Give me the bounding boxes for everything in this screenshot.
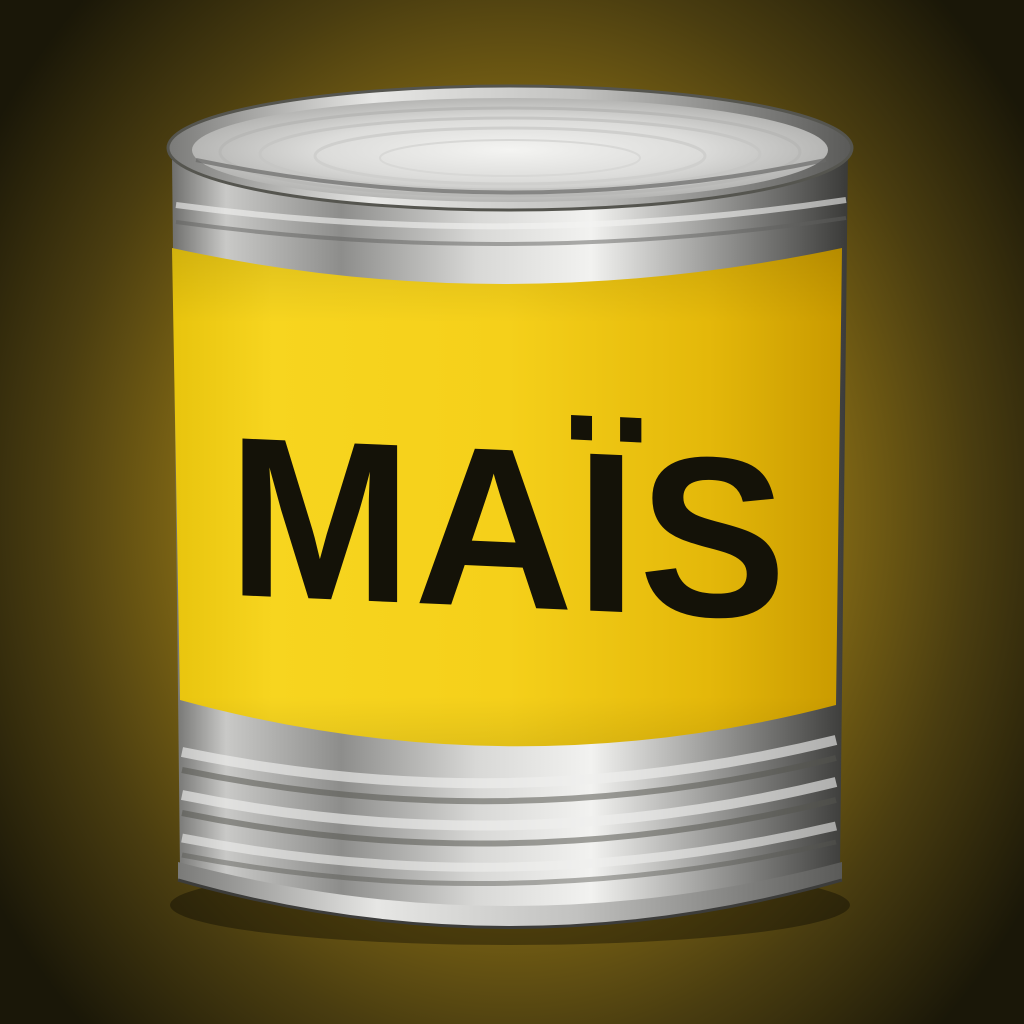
can-lid [192,98,828,202]
product-name-label: MAÏS [227,389,789,669]
product-scene: MAÏS [0,0,1024,1024]
